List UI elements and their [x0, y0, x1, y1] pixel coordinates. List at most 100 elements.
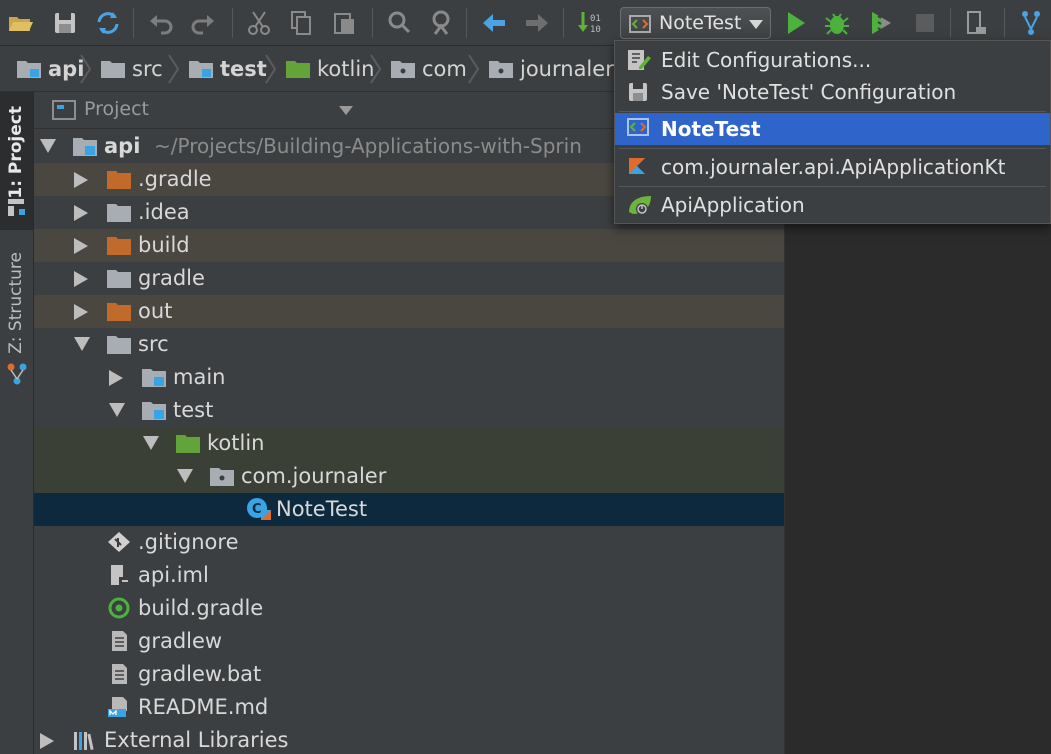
tree-item-api-iml[interactable]: api.iml: [34, 559, 784, 592]
tree-item-label: README.md: [138, 695, 269, 719]
tree-item-label: build.gradle: [138, 596, 264, 620]
undo-icon[interactable]: [146, 8, 176, 38]
tree-item-gitignore[interactable]: .gitignore: [34, 526, 784, 559]
build-icon[interactable]: 01 10: [576, 8, 606, 38]
structure-icon: [7, 363, 27, 385]
collapsed-arrow-icon[interactable]: [74, 172, 88, 188]
toolbar-separator: [372, 8, 373, 38]
tree-item-gradlew[interactable]: gradlew: [34, 625, 784, 658]
tree-item-com-journaler[interactable]: com.journaler: [34, 460, 784, 493]
folder-icon: [101, 61, 125, 78]
run-configuration-dropdown[interactable]: NoteTest: [620, 7, 771, 39]
expanded-arrow-icon[interactable]: [143, 436, 159, 450]
text-file-icon: [112, 631, 127, 651]
tool-window-structure-tab[interactable]: Z: Structure: [0, 252, 33, 392]
tree-item-src[interactable]: src: [34, 328, 784, 361]
spring-boot-icon: [629, 196, 651, 215]
tree-item-build[interactable]: build: [34, 229, 784, 262]
tree-item-label: src: [138, 332, 169, 356]
menu-item-apiapplication[interactable]: ApiApplication: [615, 189, 1050, 221]
expanded-arrow-icon[interactable]: [109, 403, 125, 417]
kotlin-class-icon: C: [247, 498, 271, 520]
tree-item-external-libraries[interactable]: External Libraries: [34, 724, 784, 754]
collapsed-arrow-icon[interactable]: [74, 238, 88, 254]
forward-icon[interactable]: [522, 8, 552, 38]
paste-icon[interactable]: [330, 8, 360, 38]
run-configuration-icon: [629, 15, 651, 33]
menu-item-label: com.journaler.api.ApiApplicationKt: [661, 155, 1006, 179]
coverage-icon[interactable]: [866, 8, 896, 38]
breadcrumb-item-kotlin[interactable]: kotlin: [285, 46, 374, 92]
back-icon[interactable]: [479, 8, 509, 38]
menu-separator: [619, 111, 1046, 112]
stop-icon[interactable]: [910, 8, 940, 38]
tree-item-notetest[interactable]: C NoteTest: [34, 493, 784, 526]
menu-item-notetest[interactable]: NoteTest: [615, 113, 1050, 145]
tree-item-label: .gradle: [138, 167, 212, 191]
tree-item-test[interactable]: test: [34, 394, 784, 427]
project-icon: [8, 199, 25, 216]
run-configuration-icon: [627, 118, 649, 136]
collapsed-arrow-icon[interactable]: [74, 304, 88, 320]
breadcrumb-item-journaler[interactable]: journaler: [488, 46, 614, 92]
tool-window-project-tab[interactable]: 1: Project: [0, 92, 33, 230]
sync-icon[interactable]: [93, 8, 123, 38]
sdk-manager-icon[interactable]: [962, 8, 992, 38]
menu-item-save-configuration[interactable]: Save 'NoteTest' Configuration: [615, 76, 1050, 108]
breadcrumb-label: test: [220, 57, 267, 81]
menu-item-edit-configurations[interactable]: Edit Configurations...: [615, 44, 1050, 76]
breadcrumb-item-com[interactable]: com: [390, 46, 467, 92]
run-configuration-label: NoteTest: [659, 12, 742, 34]
collapsed-arrow-icon[interactable]: [109, 370, 123, 386]
git-file-icon: [108, 532, 130, 552]
tree-item-build-gradle[interactable]: build.gradle: [34, 592, 784, 625]
tree-item-label: build: [138, 233, 190, 257]
folder-icon: [107, 336, 131, 354]
expanded-arrow-icon[interactable]: [177, 469, 193, 483]
expanded-arrow-icon[interactable]: [74, 337, 90, 351]
toolbar-separator: [232, 8, 233, 38]
project-view-icon: [52, 100, 76, 120]
redo-icon[interactable]: [188, 8, 218, 38]
menu-item-label: Save 'NoteTest' Configuration: [661, 80, 957, 104]
chevron-down-icon[interactable]: [339, 106, 353, 115]
tree-item-label: gradlew: [138, 629, 223, 653]
breadcrumb-item-api[interactable]: api: [16, 46, 84, 92]
save-icon[interactable]: [50, 8, 80, 38]
tree-item-path: ~/Projects/Building-Applications-with-Sp…: [154, 134, 582, 158]
package-icon: [210, 468, 234, 486]
open-folder-icon[interactable]: [5, 8, 35, 38]
module-folder-icon: [142, 402, 166, 420]
tree-item-label: gradle: [138, 266, 205, 290]
breadcrumb-item-src[interactable]: src: [100, 46, 163, 92]
breadcrumb-item-test[interactable]: test: [188, 46, 267, 92]
tree-item-readme[interactable]: README.md: [34, 691, 784, 724]
vcs-icon[interactable]: [1016, 8, 1046, 38]
tree-item-kotlin[interactable]: kotlin: [34, 427, 784, 460]
expanded-arrow-icon[interactable]: [40, 139, 56, 153]
find-icon[interactable]: [384, 8, 414, 38]
collapsed-arrow-icon[interactable]: [40, 733, 54, 749]
tree-item-gradle[interactable]: gradle: [34, 262, 784, 295]
debug-icon[interactable]: [822, 8, 852, 38]
run-icon[interactable]: [780, 8, 810, 38]
collapsed-arrow-icon[interactable]: [74, 205, 88, 221]
tree-item-label: External Libraries: [104, 728, 289, 752]
tree-item-out[interactable]: out: [34, 295, 784, 328]
breadcrumb-separator-icon: [370, 54, 382, 84]
menu-item-label: NoteTest: [661, 117, 761, 141]
collapsed-arrow-icon[interactable]: [74, 271, 88, 287]
menu-item-apiapplicationkt[interactable]: com.journaler.api.ApiApplicationKt: [615, 151, 1050, 183]
module-folder-icon: [17, 61, 41, 78]
tree-item-label: com.journaler: [241, 464, 387, 488]
toolbar-separator: [133, 8, 134, 38]
breadcrumb-label: kotlin: [317, 57, 375, 81]
tree-item-gradlew-bat[interactable]: gradlew.bat: [34, 658, 784, 691]
folder-icon: [107, 204, 131, 222]
copy-icon[interactable]: [286, 8, 316, 38]
excluded-folder-icon: [107, 171, 131, 189]
cut-icon[interactable]: [244, 8, 274, 38]
tree-item-main[interactable]: main: [34, 361, 784, 394]
gradle-file-icon: [108, 597, 130, 619]
replace-icon[interactable]: [426, 8, 456, 38]
